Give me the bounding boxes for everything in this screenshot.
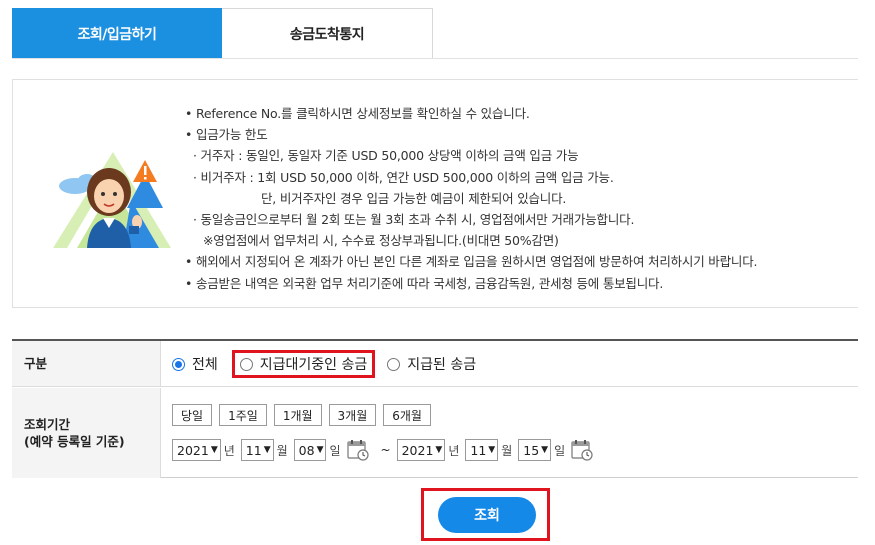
radio-circle[interactable] [172, 357, 185, 371]
notice-box: • Reference No.를 클릭하시면 상세정보를 확인하실 수 있습니다… [12, 79, 858, 308]
chevron-down-icon: ▼ [316, 445, 324, 455]
customer-service-agent-illustration [53, 152, 171, 248]
tab-inquiry-deposit[interactable]: 조회/입금하기 [12, 8, 222, 59]
select-value: 2021 [401, 442, 434, 458]
period-label-title: 조회기간 [24, 417, 71, 432]
to-year-select[interactable]: 2021 ▼ [396, 439, 446, 461]
radio-circle[interactable] [239, 357, 253, 371]
year-unit: 년 [448, 443, 460, 458]
notice-line: · 비거주자 : 1회 USD 50,000 이하, 연간 USD 500,00… [193, 169, 614, 185]
tab-divider [12, 58, 858, 59]
today-button[interactable]: 당일 [172, 404, 213, 426]
search-button-highlight: 조회 [421, 488, 550, 541]
date-range: 2021 ▼ 년 11 ▼ 월 08 ▼ 일 ~ 2021 ▼ 년 11 ▼ 월 15 ▼ … [172, 439, 603, 461]
chevron-down-icon: ▼ [263, 445, 271, 455]
chevron-down-icon: ▼ [435, 445, 443, 455]
radio-label: 지급대기중인 송금 [259, 357, 368, 373]
notice-line: • 입금가능 한도 [185, 127, 268, 143]
tab-bar: 조회/입금하기 송금도착통지 [12, 8, 433, 59]
from-day-select[interactable]: 08 ▼ [293, 439, 327, 461]
radio-label: 전체 [192, 357, 218, 373]
chevron-down-icon: ▼ [210, 445, 218, 455]
chevron-down-icon: ▼ [488, 445, 496, 455]
type-radio-group: 전체 지급대기중인 송금 지급된 송금 [172, 350, 488, 378]
from-year-select[interactable]: 2021 ▼ [172, 439, 221, 461]
period-label-note: (예약 등록일 기준) [24, 434, 125, 449]
radio-paid-remittance[interactable]: 지급된 송금 [387, 354, 476, 374]
chevron-down-icon: ▼ [541, 445, 549, 455]
three-months-button[interactable]: 3개월 [328, 404, 377, 426]
type-label: 구분 [12, 341, 161, 386]
radio-all[interactable]: 전체 [172, 354, 218, 374]
notice-line: · 거주자 : 동일인, 동일자 기준 USD 50,000 상당액 이하의 금… [193, 148, 579, 164]
quick-period-buttons: 당일 1주일 1개월 3개월 6개월 [172, 404, 438, 426]
select-value: 08 [298, 442, 315, 458]
type-row: 구분 전체 지급대기중인 송금 지급된 송금 [12, 341, 858, 387]
select-value: 11 [245, 442, 262, 458]
tab-remittance-arrival-notice[interactable]: 송금도착통지 [222, 8, 433, 59]
range-separator: ~ [380, 443, 391, 457]
radio-circle[interactable] [387, 357, 401, 371]
select-value: 15 [523, 442, 540, 458]
six-months-button[interactable]: 6개월 [383, 404, 431, 426]
search-form: 구분 전체 지급대기중인 송금 지급된 송금 조회기간 (예약 등록일 기준) [12, 339, 858, 478]
calendar-icon[interactable] [571, 439, 593, 461]
one-month-button[interactable]: 1개월 [273, 404, 322, 426]
search-button[interactable]: 조회 [438, 497, 536, 533]
radio-label: 지급된 송금 [407, 357, 477, 373]
one-week-button[interactable]: 1주일 [219, 404, 267, 426]
to-month-select[interactable]: 11 ▼ [465, 439, 499, 461]
radio-pending-remittance[interactable]: 지급대기중인 송금 [231, 350, 376, 378]
calendar-icon[interactable] [346, 439, 369, 461]
period-label: 조회기간 (예약 등록일 기준) [12, 388, 161, 478]
notice-line: • 해외에서 지정되어 온 계좌가 아닌 본인 다른 계좌로 입금을 원하시면 … [185, 254, 758, 270]
from-month-select[interactable]: 11 ▼ [240, 439, 274, 461]
notice-list: • Reference No.를 클릭하시면 상세정보를 확인하실 수 있습니다… [185, 103, 757, 294]
select-value: 11 [470, 442, 487, 458]
day-unit: 일 [329, 443, 341, 458]
day-unit: 일 [554, 443, 566, 458]
select-value: 2021 [177, 442, 209, 458]
notice-line: • 송금받은 내역은 외국환 업무 처리기준에 따라 국세청, 금융감독원, 관… [185, 275, 664, 291]
to-day-select[interactable]: 15 ▼ [518, 439, 552, 461]
period-row: 조회기간 (예약 등록일 기준) 당일 1주일 1개월 3개월 6개월 2021… [12, 388, 858, 478]
year-unit: 년 [223, 443, 235, 458]
notice-line: ※영업점에서 업무처리 시, 수수료 정상부과됩니다.(비대면 50%감면) [203, 233, 559, 249]
month-unit: 월 [276, 443, 288, 458]
month-unit: 월 [501, 443, 513, 458]
notice-line: • Reference No.를 클릭하시면 상세정보를 확인하실 수 있습니다… [185, 106, 530, 121]
notice-line: · 동일송금인으로부터 월 2회 또는 월 3회 초과 수취 시, 영업점에서만… [193, 212, 635, 228]
notice-line: 단, 비거주자인 경우 입금 가능한 예금이 제한되어 있습니다. [261, 190, 567, 206]
